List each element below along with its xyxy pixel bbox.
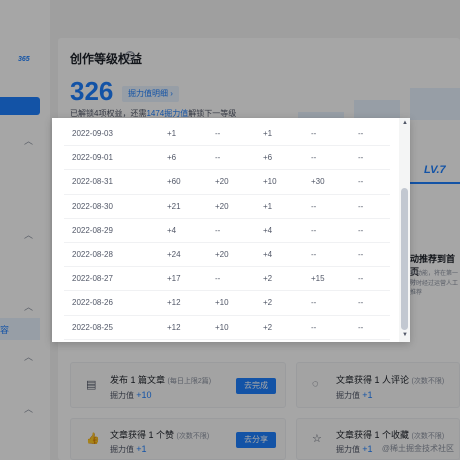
table-row: 2022-08-31 +60 +20 +10 +30 -- bbox=[64, 170, 390, 195]
scrollbar-thumb[interactable] bbox=[401, 188, 408, 330]
date-cell: 2022-09-01 bbox=[72, 153, 113, 163]
score-cell: -- bbox=[311, 298, 317, 308]
score-cell: -- bbox=[358, 177, 364, 187]
table-row: 2022-08-27 +17 -- +2 +15 -- bbox=[64, 267, 390, 292]
date-cell: 2022-08-27 bbox=[72, 274, 113, 284]
score-cell: -- bbox=[358, 129, 364, 138]
score-cell: +2 bbox=[263, 298, 273, 308]
table-row: 2022-08-24 +22 +20 +2 -- -- bbox=[64, 340, 390, 342]
score-cell: -- bbox=[358, 274, 364, 284]
score-cell: +6 bbox=[263, 153, 273, 163]
score-cell: -- bbox=[358, 249, 364, 259]
score-cell: -- bbox=[311, 201, 317, 211]
score-detail-table: 2022-09-03 +1 -- +1 -- -- 2022-09-01 +6 -- +6 -- --… bbox=[64, 122, 390, 342]
score-cell: +20 bbox=[215, 177, 229, 187]
scroll-down-arrow-icon[interactable]: ▼ bbox=[402, 332, 408, 338]
table-row: 2022-08-25 +12 +10 +2 -- -- bbox=[64, 316, 390, 340]
score-cell: -- bbox=[358, 340, 363, 342]
score-cell: +17 bbox=[167, 274, 181, 284]
table-row: 2022-08-28 +24 +20 +4 -- -- bbox=[64, 243, 390, 268]
score-cell: +20 bbox=[215, 249, 229, 259]
score-cell: -- bbox=[311, 340, 316, 342]
table-row: 2022-08-26 +12 +10 +2 -- -- bbox=[64, 291, 390, 316]
score-cell: +10 bbox=[215, 322, 229, 332]
score-cell: +20 bbox=[215, 340, 229, 342]
score-cell: -- bbox=[311, 322, 317, 332]
score-cell: +2 bbox=[263, 322, 273, 332]
score-cell: +60 bbox=[167, 177, 181, 187]
score-cell: -- bbox=[311, 249, 317, 259]
score-cell: -- bbox=[311, 153, 317, 163]
score-cell: +4 bbox=[263, 225, 273, 235]
date-cell: 2022-08-28 bbox=[72, 249, 113, 259]
score-cell: +2 bbox=[263, 274, 273, 284]
score-cell: -- bbox=[311, 225, 317, 235]
score-cell: +6 bbox=[167, 153, 177, 163]
score-cell: +1 bbox=[263, 129, 273, 138]
score-cell: -- bbox=[358, 225, 364, 235]
date-cell: 2022-09-03 bbox=[72, 129, 113, 138]
date-cell: 2022-08-29 bbox=[72, 225, 113, 235]
score-cell: +4 bbox=[263, 249, 273, 259]
score-cell: -- bbox=[215, 129, 221, 138]
score-cell: +1 bbox=[167, 129, 177, 138]
table-row: 2022-09-01 +6 -- +6 -- -- bbox=[64, 146, 390, 171]
score-cell: +21 bbox=[167, 201, 181, 211]
score-cell: +30 bbox=[311, 177, 325, 187]
score-cell: +10 bbox=[263, 177, 277, 187]
date-cell: 2022-08-26 bbox=[72, 298, 113, 308]
score-cell: +22 bbox=[167, 340, 181, 342]
date-cell: 2022-08-24 bbox=[72, 340, 113, 342]
date-cell: 2022-08-25 bbox=[72, 322, 113, 332]
score-cell: +20 bbox=[215, 201, 229, 211]
score-cell: +1 bbox=[263, 201, 273, 211]
score-cell: +24 bbox=[167, 249, 181, 259]
score-detail-modal: 2022-09-03 +1 -- +1 -- -- 2022-09-01 +6 -- +6 -- --… bbox=[52, 118, 410, 342]
scroll-up-arrow-icon[interactable]: ▲ bbox=[402, 120, 408, 126]
score-cell: -- bbox=[358, 153, 364, 163]
date-cell: 2022-08-31 bbox=[72, 177, 113, 187]
score-cell: +10 bbox=[215, 298, 229, 308]
score-cell: +2 bbox=[263, 340, 272, 342]
score-cell: -- bbox=[358, 298, 364, 308]
date-cell: 2022-08-30 bbox=[72, 201, 113, 211]
score-cell: -- bbox=[215, 225, 221, 235]
score-cell: +12 bbox=[167, 298, 181, 308]
table-row: 2022-08-29 +4 -- +4 -- -- bbox=[64, 219, 390, 243]
score-cell: -- bbox=[215, 274, 221, 284]
score-cell: -- bbox=[215, 153, 221, 163]
score-cell: -- bbox=[311, 129, 317, 138]
score-cell: +4 bbox=[167, 225, 177, 235]
table-row: 2022-08-30 +21 +20 +1 -- -- bbox=[64, 195, 390, 219]
score-cell: +15 bbox=[311, 274, 325, 284]
table-row: 2022-09-03 +1 -- +1 -- -- bbox=[64, 122, 390, 147]
score-cell: +12 bbox=[167, 322, 181, 332]
score-cell: -- bbox=[358, 201, 364, 211]
score-cell: -- bbox=[358, 322, 364, 332]
